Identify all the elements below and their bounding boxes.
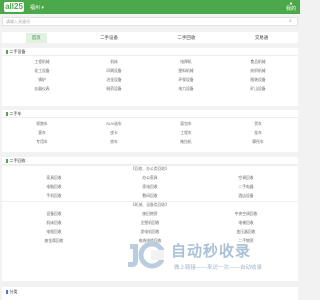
section-used-cars: 二手车 轿跑车 SUV选车 面包车 货车 客车 皮卡 工程车 挂车 专用车 房车…: [2, 110, 298, 152]
section-title: 二手回收: [2, 157, 298, 165]
category-link[interactable]: 专用车: [6, 138, 78, 147]
category-link[interactable]: 发电机回收: [102, 228, 198, 237]
category-link[interactable]: 制药设备: [78, 85, 150, 94]
user-menu-label: 我的: [285, 6, 296, 12]
category-link[interactable]: 空调回收: [198, 174, 294, 183]
category-link[interactable]: 化工设备: [6, 67, 78, 76]
tab-home[interactable]: 首页: [25, 32, 47, 43]
group-subtitle: 【机械、设备类回收】: [2, 201, 298, 208]
category-link[interactable]: 家电回收: [102, 183, 198, 192]
watermark: 自动秒收录 做上链接——来访一次——自动收录: [126, 238, 286, 278]
category-grid: 家具回收 办公家具 空调回收 电脑回收 家电回收 二手电器 手机回收 数码回收 …: [2, 172, 298, 201]
category-link[interactable]: 冶金设备: [78, 76, 150, 85]
category-link[interactable]: SUV选车: [78, 120, 150, 129]
category-link[interactable]: 轿跑车: [6, 120, 78, 129]
category-link[interactable]: 电力设备: [150, 85, 222, 94]
main-tabs: 首页 二手设备 二手回收 交易通: [2, 32, 298, 43]
category-link[interactable]: 机床: [78, 58, 150, 67]
category-link[interactable]: 房车: [78, 138, 150, 147]
category-link[interactable]: 废旧物资: [102, 210, 198, 219]
category-link[interactable]: 货车: [222, 120, 294, 129]
section-used-equipment: 二手设备 工程机械 机床 电焊机 食品机械 化工设备 印刷设备 塑料机械 纺织机…: [2, 48, 298, 106]
group-subtitle: 【回收、办公类回收】: [2, 165, 298, 172]
tab-used-equipment[interactable]: 二手设备: [94, 33, 124, 43]
category-link[interactable]: 工程车: [150, 129, 222, 138]
category-link[interactable]: 家具回收: [6, 174, 102, 183]
category-link[interactable]: 设备回收: [6, 210, 102, 219]
city-selector[interactable]: 福州 ▾: [30, 4, 44, 11]
category-link[interactable]: 服装设备: [222, 76, 294, 85]
category-link[interactable]: 客车: [6, 129, 78, 138]
category-link[interactable]: 摩托车: [222, 138, 294, 147]
tab-trade[interactable]: 交易通: [249, 33, 275, 43]
category-link[interactable]: 手机回收: [6, 192, 102, 201]
site-logo[interactable]: all25: [4, 2, 24, 12]
category-link[interactable]: 电脑回收: [6, 183, 102, 192]
category-link[interactable]: 电梯回收: [198, 219, 294, 228]
category-link[interactable]: 印刷设备: [78, 67, 150, 76]
watermark-logo-icon: [128, 241, 164, 269]
watermark-title: 自动秒收录: [171, 243, 252, 260]
category-link[interactable]: 电缆回收: [6, 228, 102, 237]
search-bar[interactable]: 请输入关键词 ⌕: [2, 17, 298, 26]
user-menu[interactable]: ● 我的: [286, 2, 296, 12]
category-link[interactable]: 酒店设备: [198, 192, 294, 201]
category-link[interactable]: 环保设备: [150, 76, 222, 85]
search-input[interactable]: 请输入关键词: [6, 19, 30, 25]
section-title: 二手设备: [2, 48, 298, 56]
search-icon[interactable]: ⌕: [289, 19, 294, 24]
category-link[interactable]: 仪器仪表: [6, 85, 78, 94]
category-link[interactable]: 中央空调回收: [198, 210, 294, 219]
tab-recycling[interactable]: 二手回收: [171, 33, 201, 43]
section-title: 分类: [2, 287, 298, 297]
category-link[interactable]: 皮卡: [78, 129, 150, 138]
section-more: 分类: [2, 287, 298, 300]
top-header: all25 福州 ▾ ● 我的: [0, 0, 300, 14]
category-grid: 工程机械 机床 电焊机 食品机械 化工设备 印刷设备 塑料机械 纺织机械 锅炉 …: [2, 56, 298, 94]
category-link[interactable]: 机床回收: [6, 219, 102, 228]
category-link[interactable]: 锅炉: [6, 76, 78, 85]
category-link[interactable]: 纺织机械: [222, 67, 294, 76]
category-link[interactable]: 矿山设备: [222, 85, 294, 94]
category-link[interactable]: 面包车: [150, 120, 222, 129]
category-link[interactable]: 注塑机回收: [102, 219, 198, 228]
watermark-subtitle: 做上链接——来访一次——自动收录: [174, 265, 263, 271]
category-link[interactable]: 塑料机械: [150, 67, 222, 76]
category-link[interactable]: 二手电器: [198, 183, 294, 192]
category-link[interactable]: 废金属回收: [6, 237, 102, 246]
category-link[interactable]: 工程机械: [6, 58, 78, 67]
category-link[interactable]: 食品机械: [222, 58, 294, 67]
category-grid: 轿跑车 SUV选车 面包车 货车 客车 皮卡 工程车 挂车 专用车 房车 拖拉机…: [2, 118, 298, 147]
category-link[interactable]: 数码回收: [102, 192, 198, 201]
category-link[interactable]: 办公家具: [102, 174, 198, 183]
section-title: 二手车: [2, 110, 298, 118]
category-link[interactable]: 电焊机: [150, 58, 222, 67]
category-link[interactable]: 拖拉机: [150, 138, 222, 147]
category-link[interactable]: 变压器回收: [198, 228, 294, 237]
category-link[interactable]: 挂车: [222, 129, 294, 138]
